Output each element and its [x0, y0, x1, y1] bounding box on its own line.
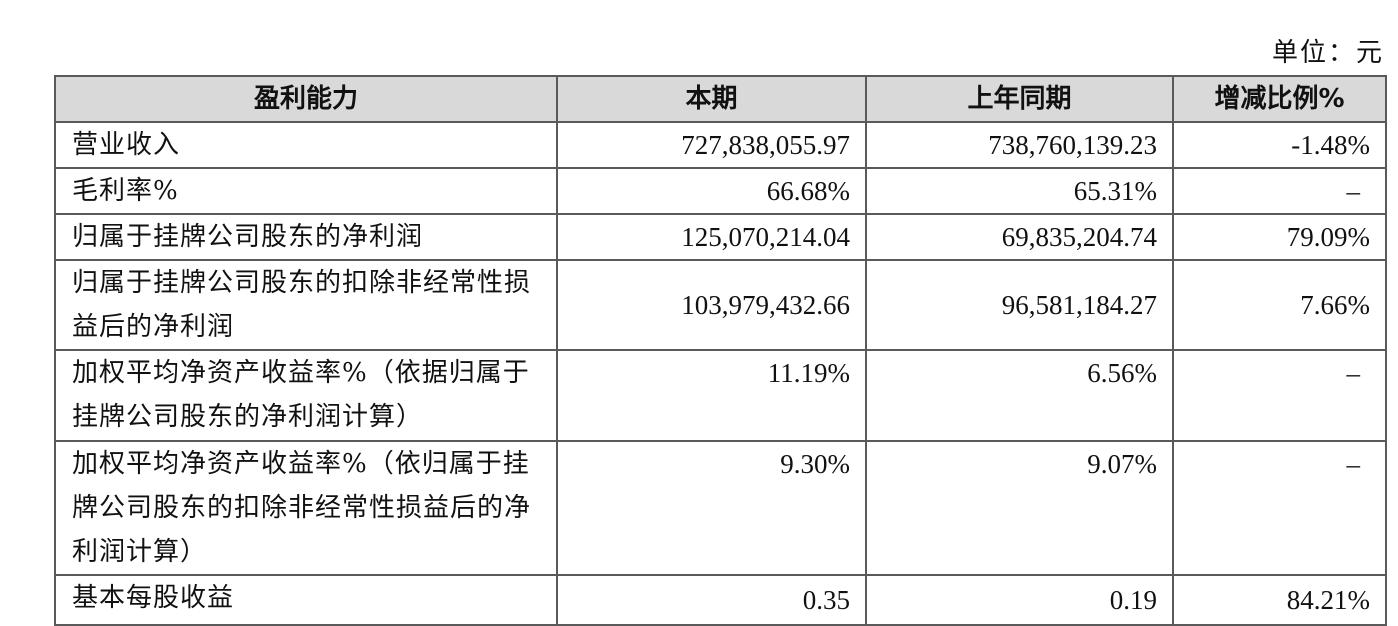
current-value: 0.35 — [556, 574, 867, 626]
current-value: 125,070,214.04 — [556, 213, 867, 261]
prior-value: 96,581,184.27 — [865, 259, 1174, 351]
row-label: 毛利率% — [54, 167, 558, 215]
change-value: 7.66% — [1172, 259, 1387, 351]
change-value: 79.09% — [1172, 213, 1387, 261]
table-row: 基本每股收益 0.35 0.19 84.21% — [54, 574, 1387, 626]
table-row: 归属于挂牌公司股东的净利润 125,070,214.04 69,835,204.… — [54, 213, 1387, 261]
change-dash: – — [1346, 176, 1361, 206]
change-dash: – — [1346, 358, 1361, 388]
header-prior-period: 上年同期 — [865, 75, 1174, 123]
header-change-percent: 增减比例% — [1172, 75, 1387, 123]
table-row: 加权平均净资产收益率%（依据归属于挂牌公司股东的净利润计算） 11.19% 6.… — [54, 349, 1387, 442]
row-label: 归属于挂牌公司股东的净利润 — [54, 213, 558, 261]
prior-value: 0.19 — [865, 574, 1174, 626]
header-current-period: 本期 — [556, 75, 867, 123]
table-row: 毛利率% 66.68% 65.31% – — [54, 167, 1387, 215]
current-value: 727,838,055.97 — [556, 121, 867, 169]
current-value: 11.19% — [556, 349, 867, 442]
unit-label: 单位：元 — [1271, 38, 1384, 68]
change-value: 84.21% — [1172, 574, 1387, 626]
prior-value: 65.31% — [865, 167, 1174, 215]
row-label: 加权平均净资产收益率%（依据归属于挂牌公司股东的净利润计算） — [54, 349, 558, 442]
table-header-row: 盈利能力 本期 上年同期 增减比例% — [54, 75, 1387, 123]
prior-value: 9.07% — [865, 440, 1174, 576]
change-value: – — [1172, 349, 1387, 442]
current-value: 66.68% — [556, 167, 867, 215]
change-dash: – — [1346, 449, 1361, 479]
row-label: 营业收入 — [54, 121, 558, 169]
table-row: 归属于挂牌公司股东的扣除非经常性损益后的净利润 103,979,432.66 9… — [54, 259, 1387, 351]
prior-value: 69,835,204.74 — [865, 213, 1174, 261]
current-value: 103,979,432.66 — [556, 259, 867, 351]
change-value: – — [1172, 167, 1387, 215]
header-profitability: 盈利能力 — [54, 75, 558, 123]
row-label: 归属于挂牌公司股东的扣除非经常性损益后的净利润 — [54, 259, 558, 351]
current-value: 9.30% — [556, 440, 867, 576]
change-value: -1.48% — [1172, 121, 1387, 169]
table-row: 营业收入 727,838,055.97 738,760,139.23 -1.48… — [54, 121, 1387, 169]
table-row: 加权平均净资产收益率%（依归属于挂牌公司股东的扣除非经常性损益后的净利润计算） … — [54, 440, 1387, 576]
prior-value: 738,760,139.23 — [865, 121, 1174, 169]
change-value: – — [1172, 440, 1387, 576]
profitability-table: 盈利能力 本期 上年同期 增减比例% 营业收入 727,838,055.97 7… — [54, 75, 1387, 626]
row-label: 加权平均净资产收益率%（依归属于挂牌公司股东的扣除非经常性损益后的净利润计算） — [54, 440, 558, 576]
prior-value: 6.56% — [865, 349, 1174, 442]
row-label: 基本每股收益 — [54, 574, 558, 626]
